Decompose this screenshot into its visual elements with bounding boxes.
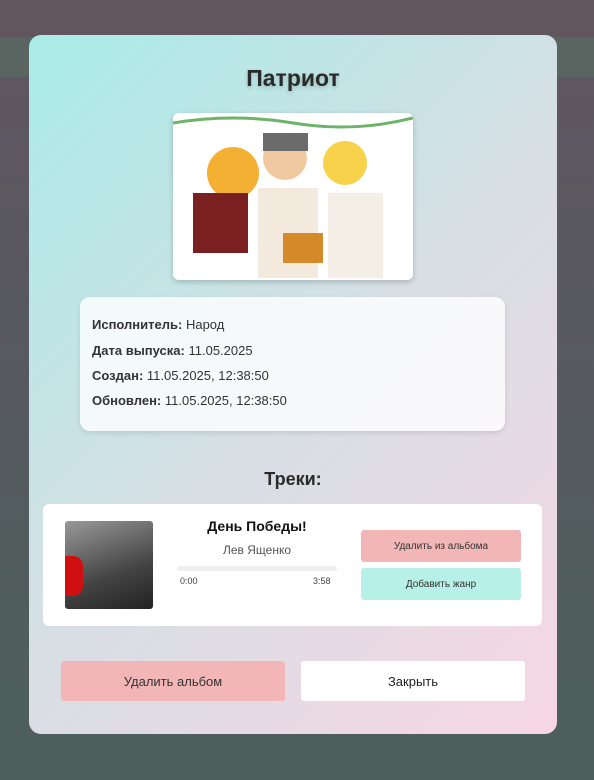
- tracks-heading: Треки:: [264, 469, 322, 489]
- info-updated: Обновлен: 11.05.2025, 12:38:50: [92, 393, 287, 408]
- album-title: Патриот: [246, 65, 340, 91]
- close-button[interactable]: Закрыть: [301, 661, 525, 701]
- track-duration: 3:58: [313, 576, 331, 586]
- add-genre-button[interactable]: Добавить жанр: [361, 568, 521, 600]
- track-title: День Победы!: [207, 518, 307, 534]
- album-info-card: Исполнитель: Народ Дата выпуска: 11.05.2…: [80, 297, 505, 431]
- track-artist: Лев Ященко: [222, 543, 292, 557]
- info-created: Создан: 11.05.2025, 12:38:50: [92, 368, 269, 383]
- album-modal: Патриот Исполнитель: Народ Дата выпуска:…: [29, 35, 557, 734]
- album-cover: [173, 113, 413, 280]
- info-artist: Исполнитель: Народ: [92, 317, 225, 332]
- delete-album-button[interactable]: Удалить альбом: [61, 661, 285, 701]
- info-release-date: Дата выпуска: 11.05.2025: [92, 343, 253, 358]
- track-current-time: 0:00: [180, 576, 198, 586]
- track-progress-bar[interactable]: [177, 566, 337, 571]
- remove-from-album-button[interactable]: Удалить из альбома: [361, 530, 521, 562]
- track-card: День Победы! Лев Ященко 0:00 3:58 Удалит…: [43, 504, 542, 626]
- track-thumbnail: [65, 521, 153, 609]
